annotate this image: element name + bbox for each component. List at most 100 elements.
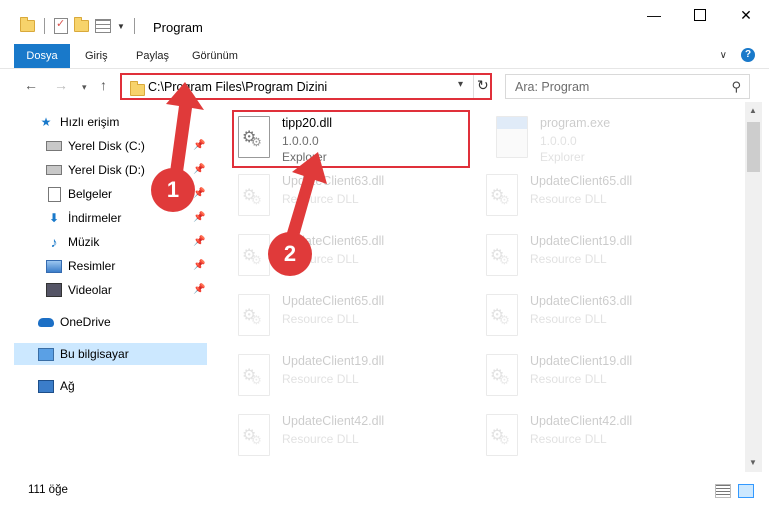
dll-file-icon [486,414,518,456]
sidebar-item-label: Videolar [68,283,112,297]
file-name: UpdateClient42.dll [282,414,385,428]
file-tile[interactable]: UpdateClient65.dll Resource DLL [482,168,718,224]
file-tile[interactable]: UpdateClient65.dll Resource DLL [234,288,470,344]
file-description: Explorer [540,150,585,164]
sidebar-item-quick-access[interactable]: ★ Hızlı erişim [0,111,208,133]
quick-access-toolbar: ▼ [20,17,138,34]
address-path[interactable]: C:\Program Files\Program Dizini [148,80,327,94]
dll-file-icon [486,354,518,396]
pin-icon[interactable]: 📌 [193,236,205,247]
search-input[interactable]: Ara: Program [515,80,589,94]
file-name: UpdateClient65.dll [530,174,633,188]
details-view-button[interactable] [715,484,731,498]
sidebar-item-label: OneDrive [60,315,111,329]
toolbar-separator [133,18,135,34]
sidebar-item-label: Hızlı erişim [60,115,120,129]
close-button[interactable]: ✕ [723,0,769,30]
disk-icon [46,162,62,178]
file-description: Resource DLL [530,192,607,206]
recent-locations-button[interactable]: ▾ [82,82,87,93]
file-description: Resource DLL [530,312,607,326]
title-bar: ▼ Program — ✕ [0,0,769,44]
file-description: Resource DLL [282,372,359,386]
file-name: UpdateClient42.dll [530,414,633,428]
back-button[interactable]: ← [24,77,38,93]
file-description: Resource DLL [530,252,607,266]
file-tile[interactable]: UpdateClient19.dll Resource DLL [234,348,470,404]
up-button[interactable]: ↑ [100,77,107,93]
tiles-view-button[interactable] [738,484,754,498]
scroll-up-icon[interactable]: ▲ [749,106,757,115]
sidebar-item-label: Yerel Disk (D:) [68,163,145,177]
download-icon: ⬇ [48,211,60,225]
properties-icon[interactable] [54,17,68,34]
pin-icon[interactable]: 📌 [193,140,205,151]
scrollbar-thumb[interactable] [747,122,760,172]
tab-file[interactable]: Dosya [14,44,70,68]
computer-icon [38,346,54,362]
maximize-icon [694,9,706,21]
tab-view[interactable]: Görünüm [192,44,238,68]
expand-ribbon-icon[interactable]: ∨ [720,50,727,61]
sidebar-item-label: Resimler [68,259,116,273]
dll-file-icon [238,414,270,456]
dll-file-icon [486,294,518,336]
file-name: UpdateClient19.dll [282,354,385,368]
vertical-scrollbar[interactable]: ▲ ▼ [745,102,762,472]
sidebar-item-music[interactable]: ♪ Müzik 📌 [0,231,208,253]
pin-icon[interactable]: 📌 [193,212,205,223]
file-tile[interactable]: UpdateClient19.dll Resource DLL [482,348,718,404]
pin-icon[interactable]: 📌 [193,164,205,175]
address-dropdown-icon[interactable]: ▾ [458,79,463,90]
sidebar-item-network[interactable]: Ağ [0,375,208,397]
callout-1: 1 [151,168,195,212]
toolbar-dropdown-icon[interactable]: ▼ [117,22,125,31]
dll-file-icon [486,174,518,216]
search-icon[interactable]: ⚲ [731,79,741,95]
sidebar-item-this-pc[interactable]: Bu bilgisayar [14,343,207,365]
pin-icon[interactable]: 📌 [193,260,205,271]
ribbon: Dosya Giriş Paylaş Görünüm ∨ ? [0,44,769,69]
tab-share[interactable]: Paylaş [136,44,169,68]
dll-file-icon [238,234,270,276]
sidebar-item-label: Bu bilgisayar [60,347,129,361]
file-tile-program-exe[interactable]: program.exe 1.0.0.0 Explorer [492,110,728,166]
sidebar-item-label: İndirmeler [68,211,122,225]
sidebar-item-onedrive[interactable]: OneDrive [0,311,208,333]
toolbar-separator [44,18,45,34]
sidebar-item-pictures[interactable]: Resimler 📌 [0,255,208,277]
item-count: 111 öğe [28,484,68,496]
sidebar-item-videos[interactable]: Videolar 📌 [0,279,208,301]
ribbon-right-controls: ∨ ? [720,48,755,62]
new-folder-icon[interactable] [74,17,89,32]
sidebar-item-label: Yerel Disk (C:) [68,139,145,153]
highlight-box-file [232,110,470,168]
sidebar-item-disk-c[interactable]: Yerel Disk (C:) 📌 [0,135,208,157]
refresh-icon[interactable]: ↻ [477,77,489,94]
folder-icon [20,17,35,32]
maximize-button[interactable] [677,0,723,30]
video-icon [46,282,62,298]
file-name: UpdateClient63.dll [282,174,385,188]
minimize-button[interactable]: — [631,0,677,30]
file-description: Resource DLL [282,432,359,446]
dll-file-icon [238,294,270,336]
star-icon: ★ [40,115,52,129]
address-bar[interactable]: C:\Program Files\Program Dizini ▾ ↻ [120,73,492,100]
explorer-window: ▼ Program — ✕ Dosya Giriş Paylaş Görünüm… [0,0,769,510]
navigation-bar: ← → ▾ ↑ C:\Program Files\Program Dizini … [0,70,769,102]
file-tile[interactable]: UpdateClient19.dll Resource DLL [482,228,718,284]
file-tile[interactable]: UpdateClient42.dll Resource DLL [482,408,718,464]
forward-button[interactable]: → [54,77,68,93]
pin-icon[interactable]: 📌 [193,284,205,295]
view-icon[interactable] [95,19,111,33]
tab-home[interactable]: Giriş [85,44,108,68]
file-tile[interactable]: UpdateClient63.dll Resource DLL [482,288,718,344]
scroll-down-icon[interactable]: ▼ [749,458,757,467]
help-icon[interactable]: ? [741,48,755,62]
file-tile[interactable]: UpdateClient63.dll Resource DLL [234,168,470,224]
file-tile[interactable]: UpdateClient42.dll Resource DLL [234,408,470,464]
dll-file-icon [486,234,518,276]
search-box[interactable]: Ara: Program ⚲ [505,74,750,99]
file-description: Resource DLL [530,372,607,386]
